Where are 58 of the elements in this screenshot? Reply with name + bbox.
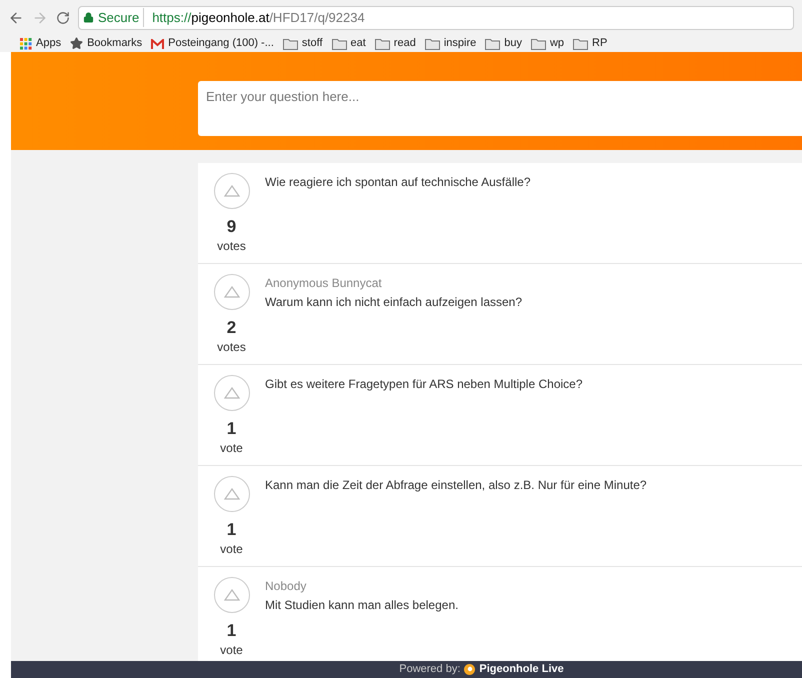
upvote-button[interactable] xyxy=(214,274,250,310)
address-bar[interactable]: Secure https://pigeonhole.at/HFD17/q/92234 xyxy=(78,6,794,30)
bookmark-item[interactable]: Posteingang (100) -... xyxy=(151,35,274,52)
upvote-button[interactable] xyxy=(214,375,250,411)
triangle-icon xyxy=(224,589,240,601)
question-text: Wie reagiere ich spontan auf technische Ausfälle? xyxy=(265,174,530,190)
author-name: Nobody xyxy=(265,578,308,594)
vote-count: 1 xyxy=(226,621,236,641)
folder-icon xyxy=(282,38,298,50)
vote-label: votes xyxy=(217,238,246,255)
forward-icon[interactable] xyxy=(32,10,48,26)
vote-label: vote xyxy=(220,642,243,659)
upvote-button[interactable] xyxy=(214,173,250,209)
question-text: Gibt es weitere Fragetypen für ARS neben Multiple Choice? xyxy=(265,376,583,392)
vote-label: vote xyxy=(220,440,243,457)
bookmark-item[interactable]: Bookmarks xyxy=(70,35,142,52)
bookmark-item[interactable]: RP xyxy=(573,35,608,52)
reload-icon[interactable] xyxy=(56,10,70,24)
folder-icon xyxy=(530,38,546,50)
brand-name: Pigeonhole Live xyxy=(479,662,564,678)
brand-logo-icon xyxy=(464,664,476,675)
powered-by-label: Powered by: xyxy=(399,662,460,678)
bookmark-item[interactable]: eat xyxy=(332,35,366,52)
upvote-button[interactable] xyxy=(214,476,250,512)
triangle-icon xyxy=(224,286,240,298)
bookmark-item[interactable]: stoff xyxy=(282,35,322,52)
upvote-button[interactable] xyxy=(214,577,250,613)
bookmark-item[interactable]: wp xyxy=(530,35,564,52)
question-text: Warum kann ich nicht einfach aufzeigen lassen? xyxy=(265,294,522,310)
lock-icon xyxy=(83,12,94,23)
author-name: Anonymous Bunnycat xyxy=(265,275,383,291)
vote-label: votes xyxy=(217,339,246,356)
mail-icon xyxy=(151,38,164,48)
folder-icon xyxy=(332,38,346,50)
bookmark-item[interactable]: inspire xyxy=(424,35,476,52)
vote-label: vote xyxy=(220,541,243,558)
triangle-icon xyxy=(224,185,240,197)
back-icon[interactable] xyxy=(8,10,24,26)
folder-icon xyxy=(485,38,500,50)
url-text: https://pigeonhole.at/HFD17/q/92234 xyxy=(151,8,365,27)
bookmark-item[interactable]: buy xyxy=(485,35,522,52)
bookmark-item[interactable]: Apps xyxy=(20,35,62,52)
question-text: Mit Studien kann man alles belegen. xyxy=(265,597,458,613)
question-input[interactable]: Enter your question here... xyxy=(198,81,802,136)
folder-icon xyxy=(424,38,440,50)
folder-icon xyxy=(374,38,390,50)
star-icon xyxy=(70,37,84,50)
triangle-icon xyxy=(224,488,240,500)
vote-count: 1 xyxy=(226,520,236,540)
question-text: Kann man die Zeit der Abfrage einstellen, also z.B. Nur für eine Minute? xyxy=(265,477,647,493)
vote-count: 1 xyxy=(226,419,236,439)
triangle-icon xyxy=(224,387,240,399)
folder-icon xyxy=(573,38,588,50)
apps-grid-icon xyxy=(20,38,32,50)
vote-count: 9 xyxy=(226,217,236,237)
vote-count: 2 xyxy=(226,318,236,338)
bookmark-item[interactable]: read xyxy=(374,35,416,52)
secure-label: Secure xyxy=(98,8,144,28)
